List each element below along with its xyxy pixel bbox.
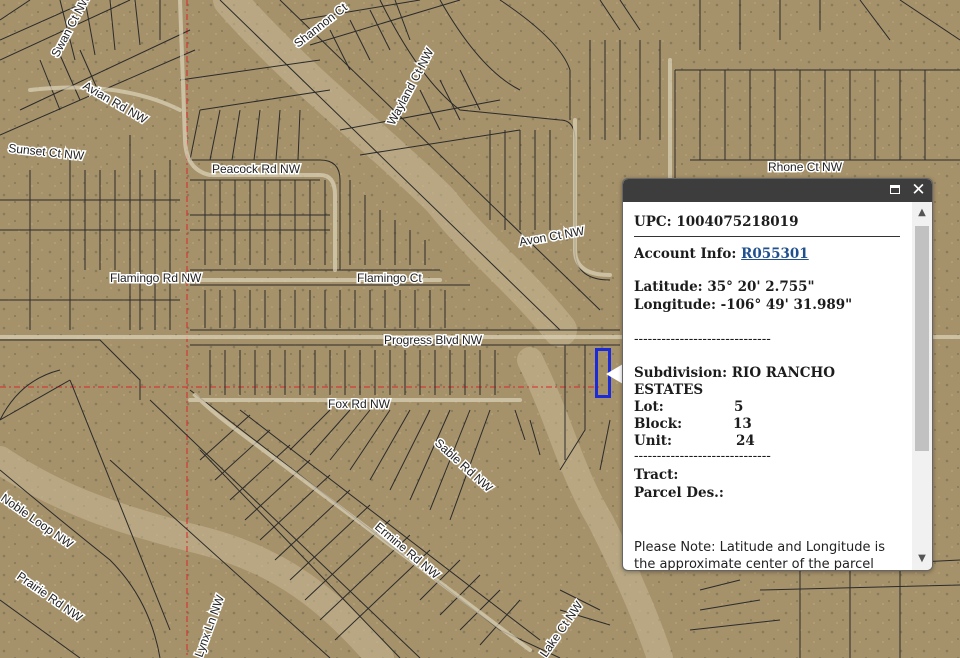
account-label: Account Info: (634, 246, 737, 262)
maximize-button[interactable] (887, 181, 906, 200)
account-row: Account Info: R055301 (634, 246, 809, 262)
separator-2: ------------------------------ (634, 448, 771, 464)
upc-row: UPC: 1004075218019 (634, 214, 798, 230)
subdivision-row: Subdivision: RIO RANCHO (634, 365, 835, 381)
close-button[interactable]: ✕ (909, 181, 928, 200)
tract-label: Tract: (634, 467, 679, 483)
popup-titlebar: ✕ (623, 179, 932, 202)
popup-pointer (606, 364, 623, 384)
longitude-value: -106° 49' 31.989" (720, 297, 853, 313)
road-label-peacock-rd: Peacock Rd NW (212, 162, 301, 176)
road-label-rhone-ct: Rhone Ct NW (768, 160, 843, 174)
road-label-fox-rd: Fox Rd NW (328, 397, 391, 411)
block-row: Block: 13 (634, 416, 752, 432)
popup-content: UPC: 1004075218019 Account Info: R055301… (634, 202, 900, 570)
unit-label: Unit: (634, 433, 672, 449)
subdivision-value-line2: ESTATES (634, 382, 704, 398)
parcel-des-label: Parcel Des.: (634, 485, 724, 501)
header-divider (634, 236, 900, 237)
scroll-up-icon[interactable]: ▲ (916, 208, 928, 218)
upc-label: UPC: (634, 214, 672, 230)
popup-scrollbar[interactable]: ▲ ▼ (912, 202, 932, 570)
scroll-thumb[interactable] (915, 226, 929, 451)
longitude-label: Longitude: (634, 297, 716, 313)
latitude-label: Latitude: (634, 279, 703, 295)
lot-label: Lot: (634, 399, 664, 415)
block-value: 13 (733, 416, 752, 432)
separator-1: ------------------------------ (634, 331, 771, 347)
upc-value: 1004075218019 (676, 214, 799, 230)
road-label-flamingo-ct: Flamingo Ct (357, 271, 422, 285)
account-link[interactable]: R055301 (741, 246, 809, 262)
block-label: Block: (634, 416, 683, 432)
close-icon: ✕ (911, 180, 926, 200)
subdivision-value-line1: RIO RANCHO (731, 365, 836, 381)
subdivision-label: Subdivision: (634, 365, 728, 381)
scroll-down-icon[interactable]: ▼ (916, 554, 928, 564)
lot-value: 5 (734, 399, 744, 415)
road-label-progress-blvd: Progress Blvd NW (384, 333, 483, 347)
latitude-value: 35° 20' 2.755" (707, 279, 815, 295)
lot-row: Lot: 5 (634, 399, 743, 415)
lat-long-note: Please Note: Latitude and Longitude is t… (634, 540, 886, 570)
latitude-row: Latitude: 35° 20' 2.755" (634, 279, 815, 295)
maximize-icon (890, 185, 900, 194)
unit-row: Unit: 24 (634, 433, 755, 449)
road-label-flamingo-rd: Flamingo Rd NW (110, 271, 202, 285)
longitude-row: Longitude: -106° 49' 31.989" (634, 297, 852, 313)
unit-value: 24 (736, 433, 755, 449)
parcel-info-popup: ✕ UPC: 1004075218019 Account Info: R0553… (622, 178, 933, 571)
